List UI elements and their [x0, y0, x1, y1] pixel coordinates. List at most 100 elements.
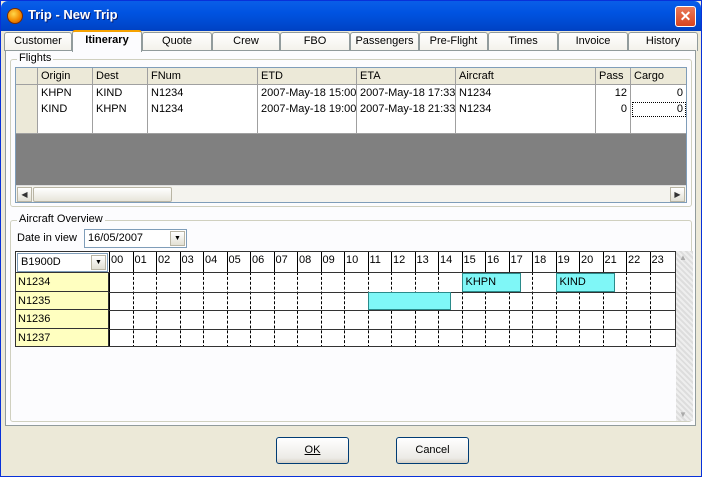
tab-quote[interactable]: Quote	[142, 32, 212, 51]
cancel-button[interactable]: Cancel	[396, 437, 469, 464]
row-selector[interactable]	[16, 85, 38, 102]
grid-cell[interactable]	[456, 117, 596, 134]
hour-tick	[414, 252, 416, 272]
scroll-right-icon[interactable]: ▶	[670, 187, 685, 202]
row-selector[interactable]	[16, 101, 38, 118]
grid-cell[interactable]: KIND	[38, 101, 93, 118]
grid-cell[interactable]: 12	[596, 85, 631, 102]
scroll-left-icon[interactable]: ◀	[17, 187, 32, 202]
hour-label: 07	[275, 254, 288, 266]
grid-cell[interactable]: 2007-May-18 21:33	[357, 101, 456, 118]
tab-crew[interactable]: Crew	[212, 32, 280, 51]
grid-cell[interactable]: N1234	[148, 85, 258, 102]
table-row[interactable]	[16, 117, 686, 134]
aircraft-type-select[interactable]: B1900D ▼	[17, 253, 108, 272]
hour-label: 11	[369, 254, 381, 266]
grid-cell[interactable]: KHPN	[93, 101, 148, 118]
aircraft-row-label[interactable]: N1237	[16, 329, 109, 346]
grid-cell[interactable]	[258, 117, 357, 134]
aircraft-row-label[interactable]: N1235	[16, 291, 109, 311]
grid-cell[interactable]: 0	[631, 85, 686, 102]
hour-label: 14	[440, 254, 453, 266]
aircraft-row-label[interactable]: N1236	[16, 310, 109, 330]
hour-tick	[203, 252, 204, 272]
chevron-down-icon[interactable]: ▼	[170, 231, 185, 246]
grid-corner	[16, 68, 38, 85]
title-bar[interactable]: Trip - New Trip ✕	[1, 1, 701, 31]
hour-tick	[344, 252, 345, 272]
grid-cell[interactable]	[631, 117, 686, 134]
tab-pre-flight[interactable]: Pre-Flight	[419, 32, 488, 51]
flights-grid[interactable]: ◀ ▶ Origin Dest FNum ETD ETA Aircraft Pass Carg…	[15, 67, 687, 203]
hour-label: 22	[628, 254, 641, 266]
grid-cell[interactable]: 2007-May-18 15:00	[258, 85, 357, 102]
scroll-up-icon[interactable]: ▲	[679, 253, 687, 262]
hour-label: 00	[111, 254, 124, 266]
hour-tick	[273, 252, 275, 272]
table-row[interactable]: KIND KHPN N1234 2007-May-18 19:00 2007-May-1…	[16, 101, 686, 118]
booking-bar[interactable]	[367, 291, 451, 311]
dialog-body: Customer Itinerary Quote Crew FBO Passengers P…	[4, 30, 698, 474]
grid-cell[interactable]	[38, 117, 93, 134]
itinerary-panel: Flights ◀ ▶ Origin Dest FNum ETD ETA Aircraft…	[5, 50, 696, 426]
row-divider	[109, 329, 675, 331]
grid-cell[interactable]: 0	[631, 101, 686, 118]
tab-customer[interactable]: Customer	[4, 32, 72, 51]
close-button[interactable]: ✕	[675, 6, 696, 27]
flights-hscrollbar[interactable]: ◀ ▶	[16, 185, 686, 202]
hour-tick	[320, 252, 322, 272]
tab-times[interactable]: Times	[488, 32, 558, 51]
column-header[interactable]: Dest	[93, 68, 148, 85]
grid-cell[interactable]: 0	[596, 101, 631, 118]
grid-cell[interactable]: N1234	[456, 101, 596, 118]
grid-cell[interactable]	[93, 117, 148, 134]
tab-invoice[interactable]: Invoice	[558, 32, 628, 51]
hour-tick	[438, 252, 439, 272]
tab-passengers[interactable]: Passengers	[350, 32, 419, 51]
hour-label: 13	[416, 254, 429, 266]
column-header[interactable]: ETA	[357, 68, 456, 85]
table-row[interactable]: KHPN KIND N1234 2007-May-18 15:00 2007-May-1…	[16, 85, 686, 102]
column-header[interactable]: Cargo	[631, 68, 686, 85]
booking-bar[interactable]: KIND	[555, 273, 616, 292]
hour-label: 09	[322, 254, 335, 266]
grid-cell[interactable]: 2007-May-18 19:00	[258, 101, 357, 118]
grid-header-row: OriginDestFNumETDETAAircraftPassCargoCom…	[16, 68, 686, 85]
schedule-grid[interactable]: B1900D ▼ 00 01 02 03 04 05 06 07 08 09 10 11 12 13 14 1…	[15, 251, 676, 347]
flights-group-label: Flights	[17, 52, 54, 64]
column-header[interactable]: Origin	[38, 68, 93, 85]
tab-history[interactable]: History	[628, 32, 698, 51]
overview-group-label: Aircraft Overview	[17, 213, 105, 225]
grid-cell[interactable]: KIND	[93, 85, 148, 102]
booking-bar[interactable]: KHPN	[461, 273, 522, 292]
window-title: Trip - New Trip	[28, 7, 118, 22]
grid-cell[interactable]	[357, 117, 456, 134]
scroll-down-icon[interactable]: ▼	[679, 410, 687, 419]
column-header[interactable]: Aircraft	[456, 68, 596, 85]
grid-cell[interactable]: KHPN	[38, 85, 93, 102]
hour-label: 01	[134, 254, 147, 266]
grid-cell[interactable]: N1234	[148, 101, 258, 118]
hour-tick	[226, 252, 228, 272]
column-header[interactable]: FNum	[148, 68, 258, 85]
column-header[interactable]: ETD	[258, 68, 357, 85]
grid-cell[interactable]: N1234	[456, 85, 596, 102]
aircraft-row-label[interactable]: N1234	[16, 273, 109, 292]
hour-tick	[179, 252, 181, 272]
ok-button[interactable]: OK	[276, 437, 349, 464]
scroll-thumb[interactable]	[33, 187, 172, 202]
grid-cell[interactable]	[148, 117, 258, 134]
tab-fbo[interactable]: FBO	[280, 32, 350, 51]
schedule-vscrollbar[interactable]: ▲ ▼	[676, 251, 693, 421]
column-header[interactable]: Pass	[596, 68, 631, 85]
chevron-down-icon[interactable]: ▼	[91, 255, 106, 270]
tab-itinerary[interactable]: Itinerary	[72, 30, 142, 52]
grid-cell[interactable]	[596, 117, 631, 134]
aircraft-overview-group: Aircraft Overview Date in view 16/05/200…	[10, 213, 693, 422]
hour-tick	[297, 252, 298, 272]
grid-cell[interactable]: 2007-May-18 17:33	[357, 85, 456, 102]
row-selector[interactable]	[16, 117, 38, 134]
hour-tick	[367, 252, 369, 272]
date-in-view-select[interactable]: 16/05/2007 ▼	[84, 229, 187, 248]
hour-label: 02	[158, 254, 171, 266]
